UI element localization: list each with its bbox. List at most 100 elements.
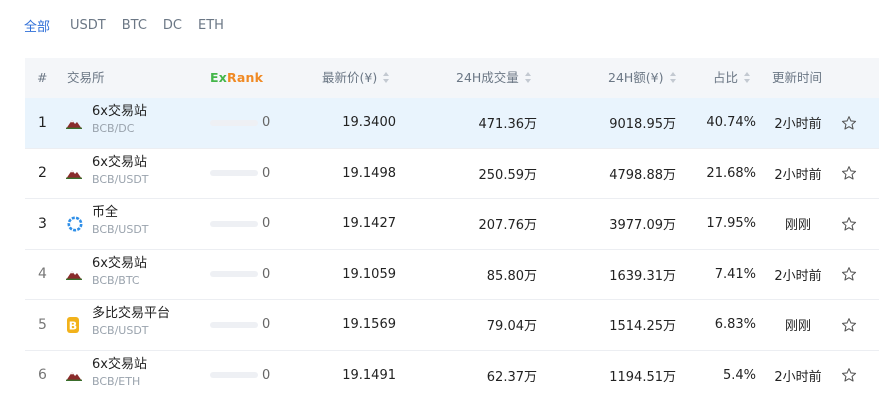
volume-24h: 207.76万: [478, 218, 538, 234]
exrank-bar-track: [210, 271, 258, 278]
table-body: 1 6x交易站 BCB/DC 0 19.3400 471.36万 9018.95万 40.74…: [25, 98, 879, 397]
exrank-bar: [210, 149, 258, 199]
trading-pair: BCB/DC: [92, 122, 135, 135]
latest-price: 19.3400: [342, 115, 396, 131]
exrank-bar: [210, 199, 258, 249]
amount-24h: 9018.95万: [609, 117, 676, 133]
row-rank: 2: [38, 165, 47, 182]
latest-price: 19.1498: [342, 165, 396, 181]
favorite-star-icon[interactable]: [841, 351, 857, 397]
trading-pair: BCB/BTC: [92, 273, 140, 287]
header-share[interactable]: 占比: [713, 58, 751, 98]
exrank-score: 0: [262, 266, 271, 282]
market-share: 17.95%: [706, 216, 756, 232]
exrank-suffix: Rank: [227, 70, 264, 85]
table-row[interactable]: 1 6x交易站 BCB/DC 0 19.3400 471.36万 9018.95万 40.74…: [25, 98, 879, 149]
latest-price: 19.1569: [342, 317, 396, 333]
exrank-prefix: Ex: [210, 70, 228, 85]
header-amount[interactable]: 24H额(¥): [608, 58, 677, 98]
header-exchange: 交易所: [67, 70, 105, 85]
header-updated: 更新时间: [772, 70, 823, 85]
header-price[interactable]: 最新价(¥): [322, 58, 390, 98]
update-time: 刚刚: [784, 319, 811, 335]
favorite-star-icon[interactable]: [841, 250, 857, 300]
row-rank: 5: [38, 316, 47, 333]
tab-eth[interactable]: ETH: [198, 18, 224, 33]
favorite-star-icon[interactable]: [841, 300, 857, 350]
trading-pair: BCB/USDT: [92, 172, 149, 186]
market-share: 6.83%: [714, 317, 756, 333]
latest-price: 19.1491: [342, 367, 396, 383]
volume-24h: 471.36万: [478, 117, 538, 133]
exchange-name[interactable]: 6x交易站: [92, 357, 147, 373]
trading-pair: BCB/ETH: [92, 374, 141, 388]
amount-24h: 3977.09万: [609, 218, 676, 234]
ring-logo-icon: [66, 199, 84, 249]
exrank-score: 0: [262, 317, 271, 333]
header-index: #: [37, 70, 48, 85]
header-amount-label: 24H额(¥): [608, 70, 664, 85]
volume-24h: 79.04万: [486, 319, 537, 335]
table-row[interactable]: 3 币全 BCB/USDT 0 19.1427 207.76万 3977.09万 17.95%…: [25, 199, 879, 250]
sort-icon: [669, 72, 677, 83]
latest-price: 19.1427: [342, 216, 396, 232]
exrank-score: 0: [262, 367, 271, 383]
header-volume-label: 24H成交量: [456, 70, 519, 85]
volume-24h: 85.80万: [486, 268, 537, 284]
tab-btc[interactable]: BTC: [122, 18, 147, 33]
mountain-logo-icon: [66, 351, 82, 397]
market-share: 7.41%: [714, 266, 756, 282]
update-time: 2小时前: [774, 268, 822, 284]
volume-24h: 250.59万: [478, 167, 538, 183]
trading-pair: BCB/USDT: [92, 223, 149, 236]
mountain-logo-icon: [66, 98, 82, 148]
header-volume[interactable]: 24H成交量: [456, 58, 532, 98]
latest-price: 19.1059: [342, 266, 396, 282]
market-share: 40.74%: [706, 115, 756, 131]
exchange-name[interactable]: 6x交易站: [92, 256, 147, 272]
exrank-bar: [210, 351, 258, 397]
mountain-logo-icon: [66, 149, 82, 199]
volume-24h: 62.37万: [486, 369, 537, 385]
update-time: 刚刚: [784, 218, 811, 234]
exrank-bar-track: [210, 321, 258, 328]
row-rank: 3: [38, 215, 47, 232]
exrank-bar: [210, 250, 258, 300]
exrank-bar-track: [210, 220, 258, 227]
table-header: # 交易所 ExRank 最新价(¥) 24H成交量 24H额(¥) 占比 更新…: [25, 58, 879, 98]
tab-all[interactable]: 全部: [24, 16, 50, 35]
table-row[interactable]: 5 B 多比交易平台 BCB/USDT 0 19.1569 79.04万 1514.25万 6.…: [25, 300, 879, 351]
update-time: 2小时前: [774, 167, 822, 183]
row-rank: 1: [38, 114, 47, 131]
table-row[interactable]: 6 6x交易站 BCB/ETH 0 19.1491 62.37万 1194.51万 5.4% 2…: [25, 351, 879, 397]
table-row[interactable]: 2 6x交易站 BCB/USDT 0 19.1498 250.59万 4798.88万 21.…: [25, 149, 879, 199]
favorite-star-icon[interactable]: [841, 98, 857, 148]
favorite-star-icon[interactable]: [841, 149, 857, 199]
sort-icon: [744, 72, 751, 83]
exrank-bar: [210, 98, 258, 148]
market-share: 5.4%: [722, 367, 756, 383]
exrank-score: 0: [262, 216, 271, 232]
exchange-name[interactable]: 币全: [92, 205, 118, 221]
favorite-star-icon[interactable]: [841, 199, 857, 249]
svg-text:B: B: [69, 319, 77, 332]
exrank-score: 0: [262, 165, 271, 181]
trading-pair: BCB/USDT: [92, 324, 149, 337]
tab-dc[interactable]: DC: [163, 18, 182, 33]
market-filter-tabs: 全部 USDT BTC DC ETH: [24, 15, 240, 35]
update-time: 2小时前: [774, 369, 822, 385]
bitcoin-logo-icon: B: [66, 300, 80, 350]
exrank-bar-track: [210, 372, 258, 379]
exrank-bar-track: [210, 119, 258, 126]
exchange-name[interactable]: 6x交易站: [92, 155, 147, 171]
table-row[interactable]: 4 6x交易站 BCB/BTC 0 19.1059 85.80万 1639.31万 7.41%…: [25, 250, 879, 300]
amount-24h: 1194.51万: [609, 369, 676, 385]
exchange-name[interactable]: 6x交易站: [92, 104, 147, 120]
tab-usdt[interactable]: USDT: [70, 18, 106, 33]
sort-icon: [524, 72, 532, 83]
header-exrank[interactable]: ExRank: [210, 58, 263, 98]
market-share: 21.68%: [706, 165, 756, 181]
markets-table: # 交易所 ExRank 最新价(¥) 24H成交量 24H额(¥) 占比 更新…: [25, 58, 879, 397]
exchange-name[interactable]: 多比交易平台: [92, 306, 170, 322]
header-share-label: 占比: [713, 70, 739, 85]
